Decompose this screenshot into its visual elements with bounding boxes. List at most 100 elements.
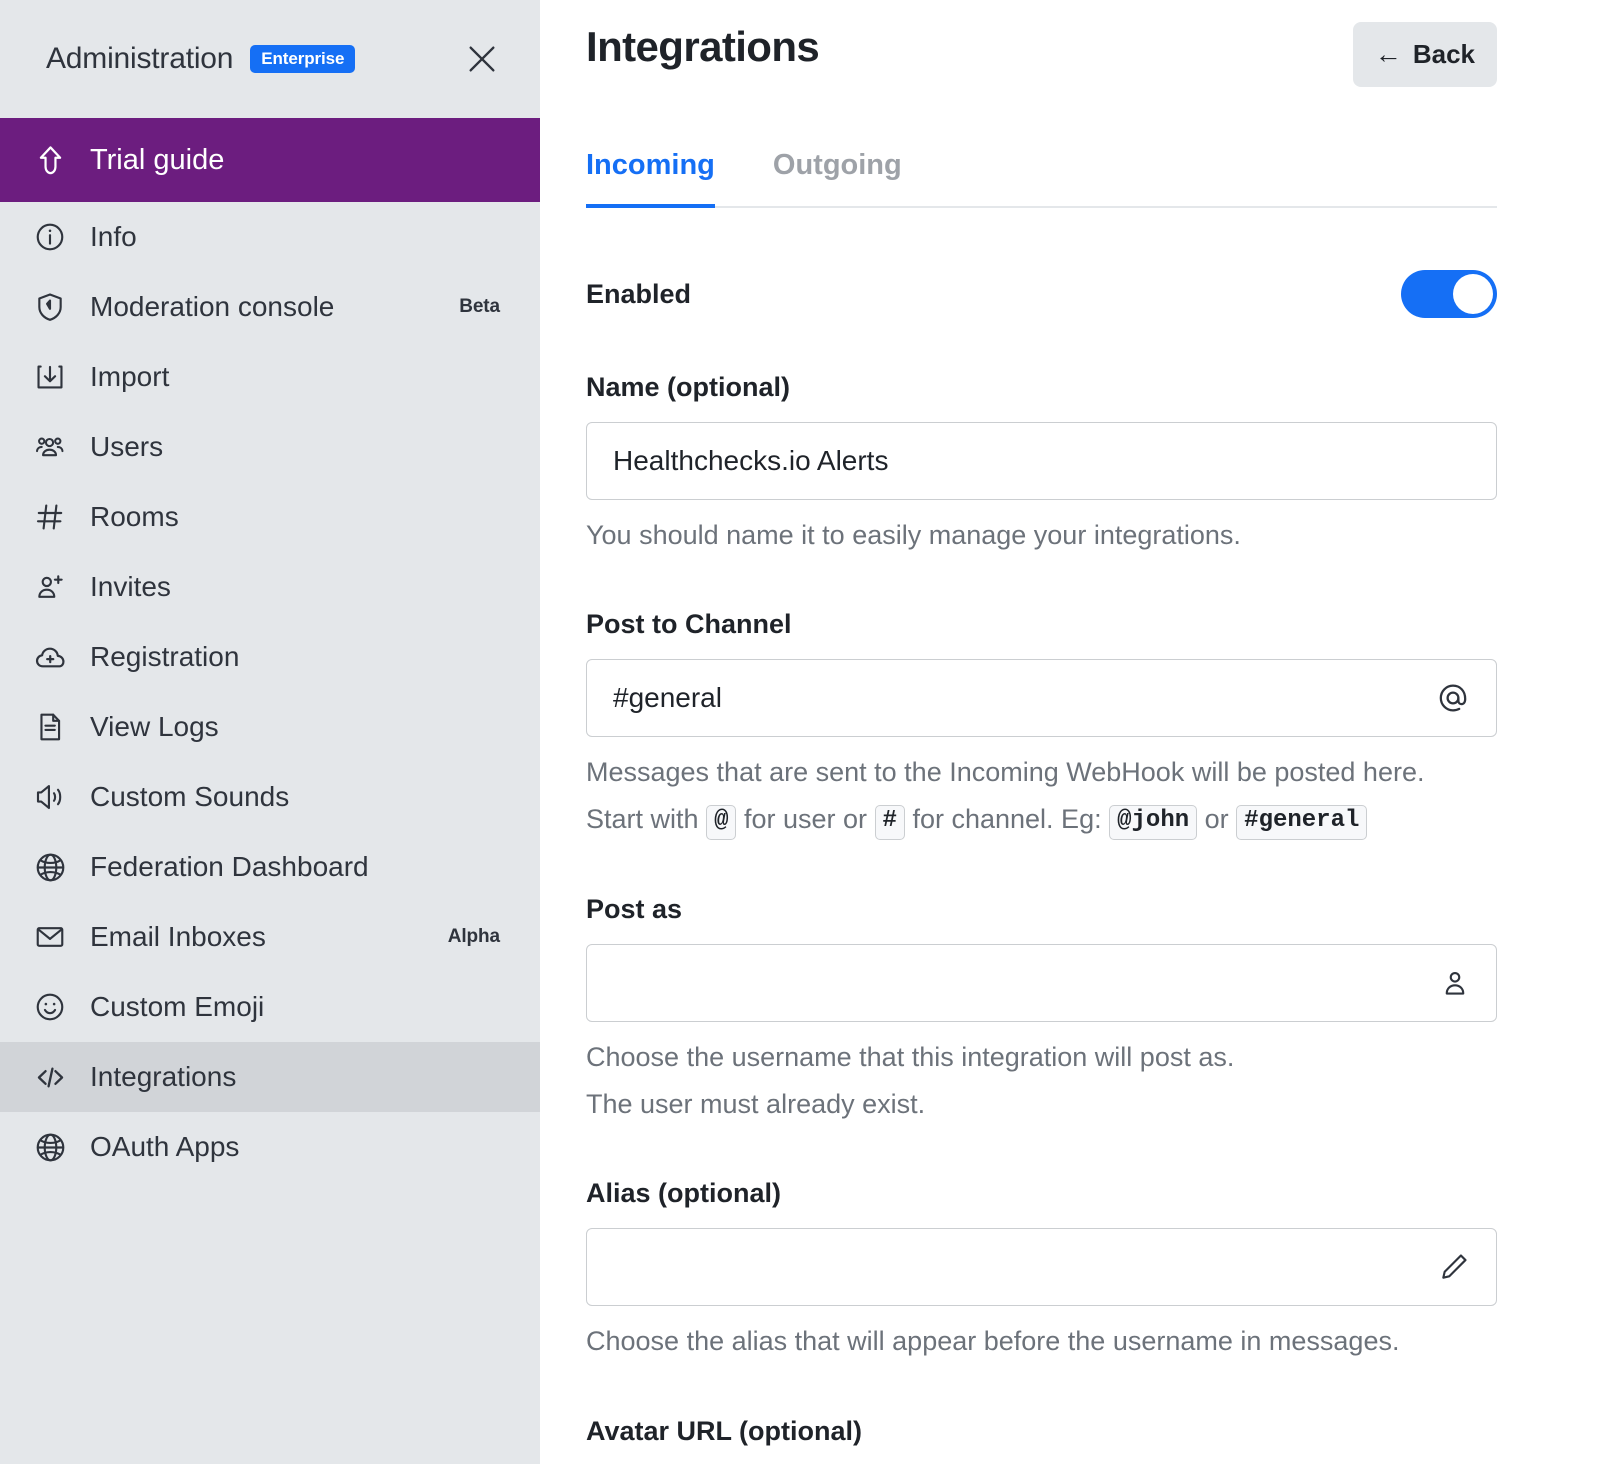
sidebar-item-label: Users bbox=[90, 431, 163, 463]
arrow-left-icon: ← bbox=[1375, 41, 1402, 68]
sidebar-item-users[interactable]: Users bbox=[0, 412, 540, 482]
alias-input-wrap[interactable] bbox=[586, 1228, 1497, 1306]
code-badge-general: #general bbox=[1236, 805, 1367, 840]
arrow-up-rocket-icon bbox=[34, 144, 76, 177]
hint-text-part: Start with bbox=[586, 804, 699, 834]
sidebar-item-tag: Beta bbox=[459, 296, 500, 318]
sidebar-item-label: Import bbox=[90, 361, 169, 393]
post-to-channel-input-wrap[interactable] bbox=[586, 659, 1497, 737]
content-header: Integrations ← Back bbox=[586, 0, 1497, 87]
post-to-channel-field-group: Post to Channel Messages that are sent t… bbox=[586, 609, 1497, 840]
toggle-knob bbox=[1453, 274, 1493, 314]
name-input-wrap[interactable] bbox=[586, 422, 1497, 500]
at-sign-icon[interactable] bbox=[1436, 681, 1470, 715]
users-group-icon bbox=[34, 431, 76, 464]
post-to-channel-label: Post to Channel bbox=[586, 609, 1497, 640]
import-download-icon bbox=[34, 361, 76, 393]
enabled-label: Enabled bbox=[586, 279, 691, 310]
sidebar-item-view-logs[interactable]: View Logs bbox=[0, 692, 540, 762]
pencil-icon[interactable] bbox=[1438, 1251, 1470, 1283]
hint-text-part: for user or bbox=[744, 804, 867, 834]
enabled-row: Enabled bbox=[586, 270, 1497, 318]
back-button-label: Back bbox=[1413, 39, 1475, 70]
cloud-plus-icon bbox=[34, 641, 76, 674]
admin-integrations-screen: Administration Enterprise Trial guide bbox=[0, 0, 1623, 1464]
avatar-url-field-group: Avatar URL (optional) bbox=[586, 1416, 1497, 1464]
sidebar-item-label: Info bbox=[90, 221, 137, 253]
sidebar-item-label: Rooms bbox=[90, 501, 179, 533]
sidebar-item-trial-guide[interactable]: Trial guide bbox=[0, 118, 540, 202]
page-title: Administration bbox=[46, 42, 233, 76]
hint-text-part: for channel. Eg: bbox=[912, 804, 1101, 834]
document-lines-icon bbox=[34, 711, 76, 743]
sidebar-item-label: Invites bbox=[90, 571, 171, 603]
sidebar-item-federation-dashboard[interactable]: Federation Dashboard bbox=[0, 832, 540, 902]
code-brackets-icon bbox=[34, 1061, 76, 1094]
sidebar-header: Administration Enterprise bbox=[0, 0, 540, 118]
sidebar-item-label: OAuth Apps bbox=[90, 1131, 239, 1163]
sidebar-nav: Trial guide Info bbox=[0, 118, 540, 1182]
sidebar-item-label: Custom Emoji bbox=[90, 991, 264, 1023]
sidebar-item-label: Integrations bbox=[90, 1061, 236, 1093]
globe-icon bbox=[34, 1131, 76, 1164]
info-circle-icon bbox=[34, 221, 76, 253]
alias-hint: Choose the alias that will appear before… bbox=[586, 1322, 1497, 1361]
post-as-hint-2: The user must already exist. bbox=[586, 1085, 1497, 1124]
sidebar-item-label: View Logs bbox=[90, 711, 219, 743]
sidebar-item-tag: Alpha bbox=[448, 926, 500, 948]
alias-field-group: Alias (optional) Choose the alias that w… bbox=[586, 1178, 1497, 1361]
name-input[interactable] bbox=[613, 445, 1470, 477]
user-icon[interactable] bbox=[1440, 968, 1470, 998]
sidebar-item-registration[interactable]: Registration bbox=[0, 622, 540, 692]
sidebar-item-label: Federation Dashboard bbox=[90, 851, 369, 883]
post-as-label: Post as bbox=[586, 894, 1497, 925]
avatar-url-label: Avatar URL (optional) bbox=[586, 1416, 1497, 1447]
integrations-panel: Integrations ← Back Incoming Outgoing En… bbox=[540, 0, 1623, 1464]
main-content: Integrations ← Back Incoming Outgoing En… bbox=[540, 0, 1623, 1464]
sidebar-item-info[interactable]: Info bbox=[0, 202, 540, 272]
post-to-channel-input[interactable] bbox=[613, 682, 1470, 714]
sidebar-item-email-inboxes[interactable]: Email Inboxes Alpha bbox=[0, 902, 540, 972]
shield-icon bbox=[34, 291, 76, 323]
sidebar-item-custom-sounds[interactable]: Custom Sounds bbox=[0, 762, 540, 832]
name-label: Name (optional) bbox=[586, 372, 1497, 403]
sidebar-item-import[interactable]: Import bbox=[0, 342, 540, 412]
hash-icon bbox=[34, 501, 76, 533]
tab-incoming[interactable]: Incoming bbox=[586, 149, 715, 206]
sidebar-item-label: Registration bbox=[90, 641, 239, 673]
sidebar-item-custom-emoji[interactable]: Custom Emoji bbox=[0, 972, 540, 1042]
plan-badge: Enterprise bbox=[250, 45, 355, 73]
close-icon[interactable] bbox=[460, 37, 504, 81]
code-badge-john: @john bbox=[1109, 805, 1197, 840]
hint-text-part: or bbox=[1205, 804, 1229, 834]
sidebar-item-moderation-console[interactable]: Moderation console Beta bbox=[0, 272, 540, 342]
envelope-icon bbox=[34, 921, 76, 953]
integration-tabs: Incoming Outgoing bbox=[586, 149, 1497, 208]
post-as-hint-1: Choose the username that this integratio… bbox=[586, 1038, 1497, 1077]
sidebar-item-rooms[interactable]: Rooms bbox=[0, 482, 540, 552]
sidebar-item-integrations[interactable]: Integrations bbox=[0, 1042, 540, 1112]
back-button[interactable]: ← Back bbox=[1353, 22, 1497, 87]
globe-icon bbox=[34, 851, 76, 884]
sidebar-item-oauth-apps[interactable]: OAuth Apps bbox=[0, 1112, 540, 1182]
alias-input[interactable] bbox=[613, 1251, 1470, 1283]
post-as-input-wrap[interactable] bbox=[586, 944, 1497, 1022]
post-as-input[interactable] bbox=[613, 967, 1470, 999]
name-field-group: Name (optional) You should name it to ea… bbox=[586, 372, 1497, 555]
alias-label: Alias (optional) bbox=[586, 1178, 1497, 1209]
sidebar-item-label: Trial guide bbox=[90, 144, 224, 177]
admin-sidebar: Administration Enterprise Trial guide bbox=[0, 0, 540, 1464]
content-title: Integrations bbox=[586, 22, 819, 72]
user-plus-icon bbox=[34, 571, 76, 603]
sidebar-item-label: Custom Sounds bbox=[90, 781, 289, 813]
code-badge-at: @ bbox=[706, 805, 736, 840]
post-as-field-group: Post as Choose the username that this in… bbox=[586, 894, 1497, 1124]
smiley-face-icon bbox=[34, 991, 76, 1023]
post-to-channel-hint-2: Start with @ for user or # for channel. … bbox=[586, 800, 1497, 840]
name-hint: You should name it to easily manage your… bbox=[586, 516, 1497, 555]
speaker-volume-icon bbox=[34, 781, 76, 813]
sidebar-item-label: Email Inboxes bbox=[90, 921, 266, 953]
sidebar-item-invites[interactable]: Invites bbox=[0, 552, 540, 622]
enabled-toggle[interactable] bbox=[1401, 270, 1497, 318]
tab-outgoing[interactable]: Outgoing bbox=[773, 149, 902, 206]
